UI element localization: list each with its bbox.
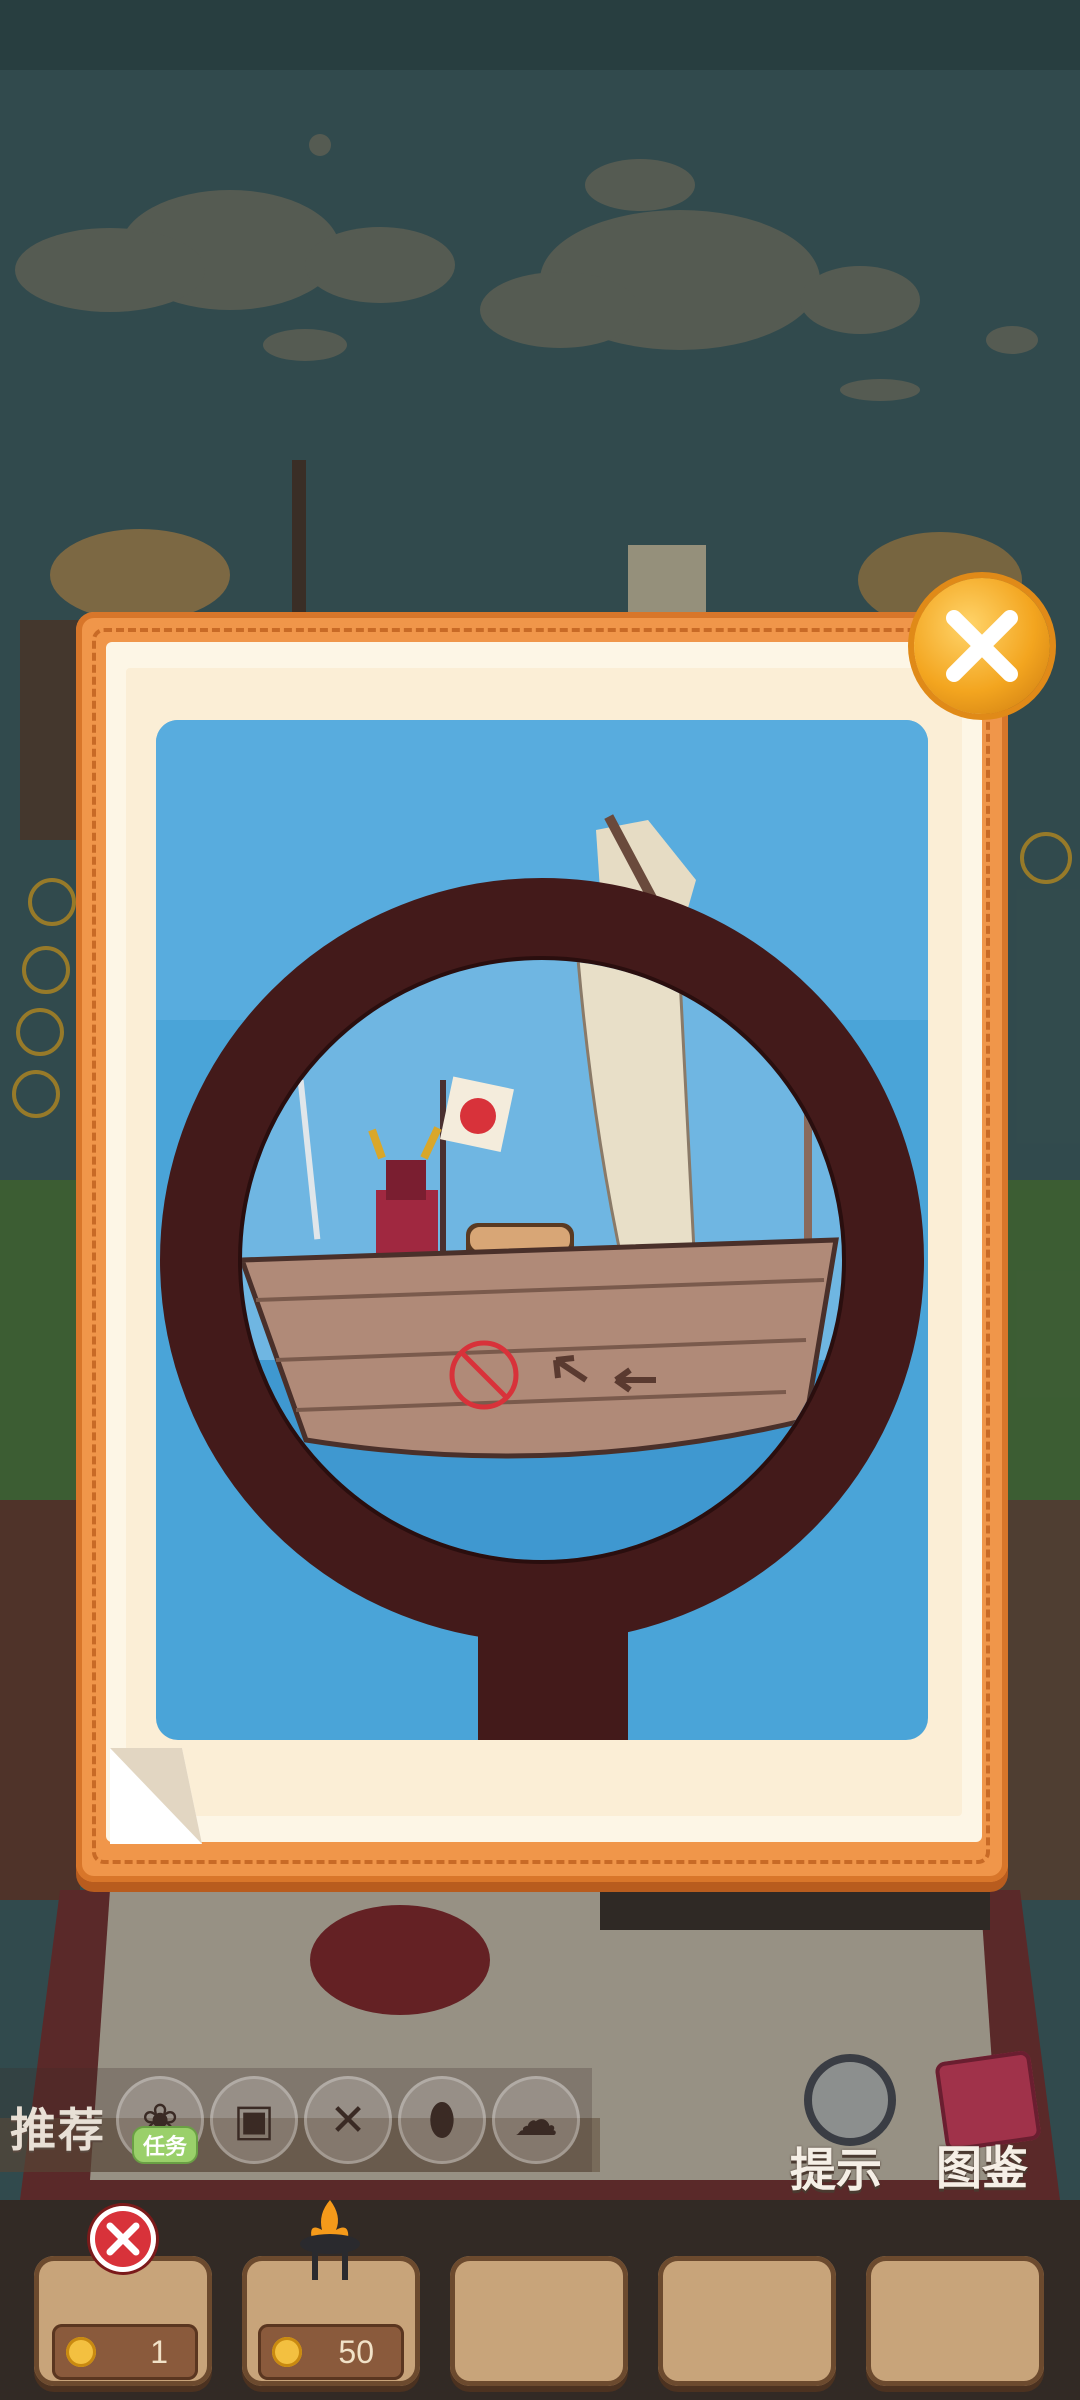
- recommend-label: 推荐: [10, 2104, 106, 2156]
- magnifier-icon: [804, 2054, 896, 2146]
- recommend-item-treasure[interactable]: ▣: [210, 2076, 298, 2164]
- close-button[interactable]: [914, 578, 1050, 714]
- slot-1-coin-value: 1: [150, 2333, 168, 2370]
- boat-scene: [156, 720, 928, 1740]
- scene-illustration: [156, 720, 928, 1740]
- recommend-item-crossbow[interactable]: ✕: [304, 2076, 392, 2164]
- sheep-icon: ☁: [514, 2095, 558, 2145]
- slot-1-coin-box: 1: [52, 2324, 198, 2380]
- crossbow-icon: ✕: [329, 2095, 367, 2145]
- coin-icon: [272, 2337, 302, 2367]
- slot-2-coin-box: 50: [258, 2324, 404, 2380]
- brazier-icon: [300, 2200, 360, 2280]
- hint-button[interactable]: 提示: [790, 2050, 900, 2200]
- recommend-item-sheep[interactable]: ☁: [492, 2076, 580, 2164]
- inventory-slot-3[interactable]: [450, 2256, 628, 2386]
- atlas-button[interactable]: 图鉴: [926, 2049, 1044, 2206]
- treasure-chest-icon: ▣: [233, 2095, 275, 2145]
- slot-2-coin-value: 50: [338, 2333, 374, 2370]
- jar-icon: ⬮: [428, 2095, 456, 2144]
- inventory-slot-5[interactable]: [866, 2256, 1044, 2386]
- inventory-slot-4[interactable]: [658, 2256, 836, 2386]
- recommend-item-jar[interactable]: ⬮: [398, 2076, 486, 2164]
- paper-fold-corner: [110, 1748, 202, 1844]
- hint-label: 提示: [790, 2144, 882, 2196]
- task-badge: 任务: [132, 2126, 198, 2164]
- close-icon: [946, 610, 1018, 682]
- atlas-label: 图鉴: [936, 2142, 1028, 2194]
- coin-icon: [66, 2337, 96, 2367]
- no-entry-icon: [90, 2206, 156, 2272]
